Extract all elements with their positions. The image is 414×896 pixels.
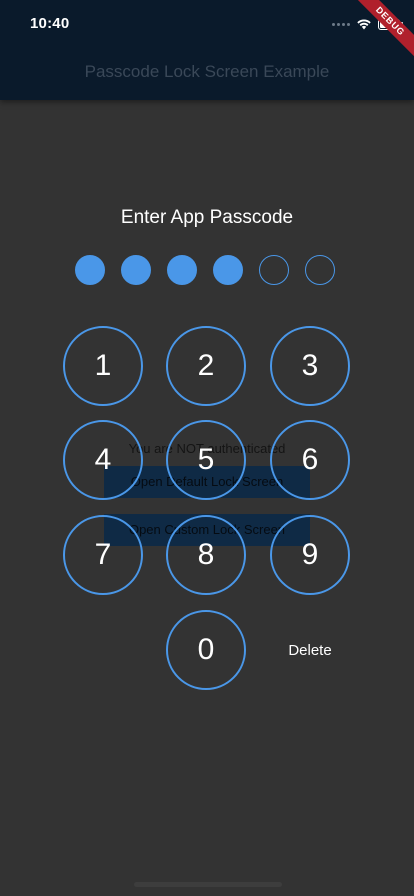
passcode-dot-empty bbox=[305, 255, 335, 285]
keypad-key-9[interactable]: 9 bbox=[270, 515, 350, 595]
keypad-key-2[interactable]: 2 bbox=[166, 326, 246, 406]
phone-screen: You are NOT authenticated Open Default L… bbox=[0, 0, 414, 896]
wifi-icon bbox=[357, 19, 371, 30]
battery-icon bbox=[378, 18, 403, 30]
keypad-key-5[interactable]: 5 bbox=[166, 420, 246, 500]
passcode-dot-filled bbox=[213, 255, 243, 285]
passcode-dot-filled bbox=[167, 255, 197, 285]
status-time: 10:40 bbox=[30, 15, 70, 32]
keypad-key-6[interactable]: 6 bbox=[270, 420, 350, 500]
home-indicator[interactable] bbox=[134, 882, 282, 887]
keypad-key-3[interactable]: 3 bbox=[270, 326, 350, 406]
passcode-lock-overlay: Enter App Passcode 1 2 3 4 5 6 7 8 9 0 D… bbox=[0, 100, 414, 896]
cellular-signal-icon bbox=[332, 22, 350, 26]
passcode-dot-filled bbox=[75, 255, 105, 285]
keypad-key-0[interactable]: 0 bbox=[166, 610, 246, 690]
keypad-key-7[interactable]: 7 bbox=[63, 515, 143, 595]
delete-button[interactable]: Delete bbox=[270, 630, 350, 670]
app-bar-title: Passcode Lock Screen Example bbox=[84, 62, 330, 81]
passcode-indicator bbox=[75, 255, 335, 285]
keypad-key-4[interactable]: 4 bbox=[63, 420, 143, 500]
passcode-dot-filled bbox=[121, 255, 151, 285]
app-bar: 10:40 Passcode Lock Screen Example bbox=[0, 0, 414, 100]
passcode-dot-empty bbox=[259, 255, 289, 285]
keypad-key-8[interactable]: 8 bbox=[166, 515, 246, 595]
passcode-title: Enter App Passcode bbox=[120, 207, 294, 228]
status-icons bbox=[332, 16, 403, 32]
keypad-key-1[interactable]: 1 bbox=[63, 326, 143, 406]
